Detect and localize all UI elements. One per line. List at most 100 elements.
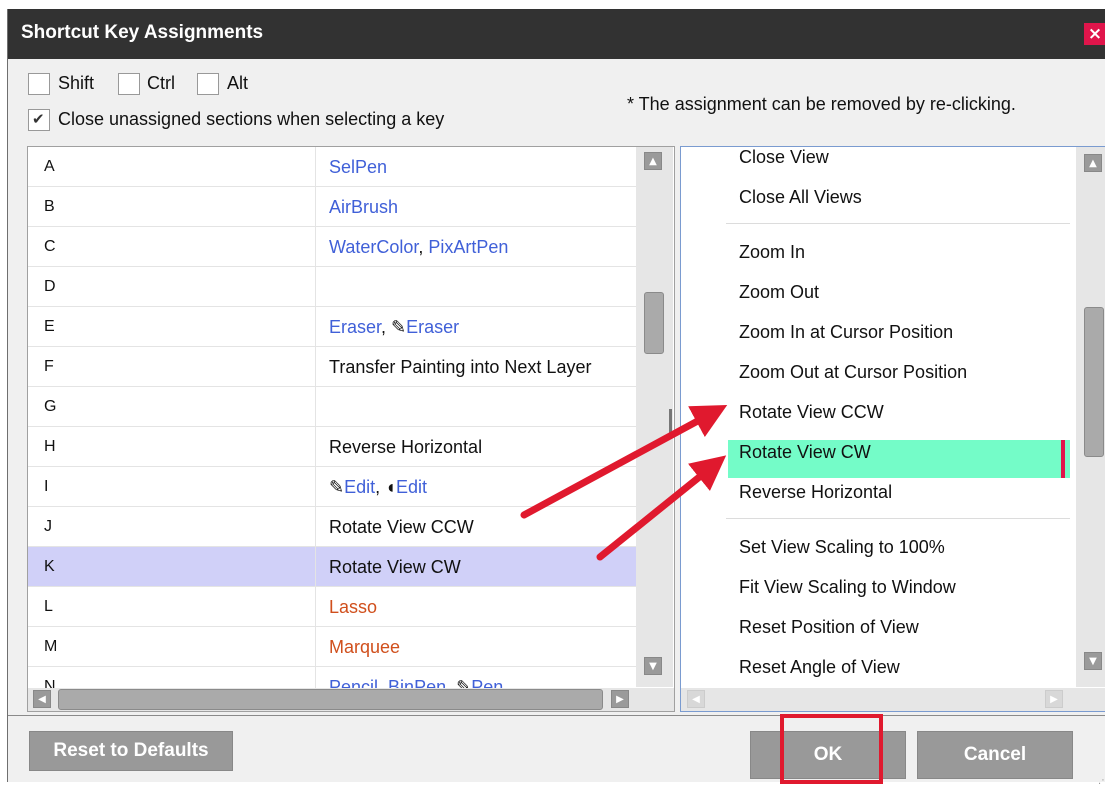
key-row-a[interactable]: A SelPen — [28, 147, 638, 187]
key-row-d[interactable]: D — [28, 267, 638, 307]
column-separator — [315, 427, 316, 466]
function-list-vscroll[interactable]: ▲ ▼ — [1076, 147, 1105, 687]
close-icon[interactable]: × — [1084, 23, 1105, 45]
key-row-g[interactable]: G — [28, 387, 638, 427]
key-row-b[interactable]: B AirBrush — [28, 187, 638, 227]
pen-icon: ✎ — [329, 477, 345, 497]
scroll-left-icon[interactable]: ◀ — [33, 690, 51, 708]
function-link[interactable]: Marquee — [329, 637, 400, 657]
function-link[interactable]: PixArtPen — [428, 237, 508, 257]
key-list-hscroll[interactable]: ◀ ▶ — [28, 688, 674, 711]
key-label: L — [44, 598, 53, 615]
ctrl-checkbox[interactable] — [118, 73, 140, 95]
key-row-i[interactable]: I ✎Edit, ◖Edit — [28, 467, 638, 507]
scroll-up-icon[interactable]: ▲ — [1084, 154, 1102, 172]
function-item[interactable]: Fit View Scaling to Window — [739, 577, 956, 598]
function-link: , — [375, 477, 386, 497]
function-list: Close View Close All Views Zoom In Zoom Out… — [680, 146, 1105, 712]
function-divider — [726, 518, 1070, 519]
function-item[interactable]: Zoom Out at Cursor Position — [739, 362, 967, 383]
function-link[interactable]: Eraser — [329, 317, 381, 337]
scroll-down-icon[interactable]: ▼ — [1084, 652, 1102, 670]
function-item[interactable]: Close All Views — [739, 187, 862, 208]
key-list: A SelPen B AirBrush C WaterColor, PixArtPen D E… — [27, 146, 675, 712]
scroll-left-icon[interactable]: ◀ — [687, 690, 705, 708]
key-row-e[interactable]: E Eraser, ✎Eraser — [28, 307, 638, 347]
function-item[interactable]: Close View — [739, 147, 829, 168]
function-link[interactable]: Eraser — [406, 317, 459, 337]
panel-splitter[interactable] — [669, 409, 672, 439]
key-list-scroll-thumb[interactable] — [644, 292, 664, 354]
key-label: K — [44, 558, 55, 575]
function-item[interactable]: Reverse Horizontal — [739, 482, 892, 503]
key-row-c[interactable]: C WaterColor, PixArtPen — [28, 227, 638, 267]
ok-highlight-box — [780, 714, 883, 784]
column-separator — [315, 347, 316, 386]
key-row-m[interactable]: M Marquee — [28, 627, 638, 667]
scroll-down-icon[interactable]: ▼ — [644, 657, 662, 675]
dialog-title: Shortcut Key Assignments — [21, 22, 264, 43]
key-row-h[interactable]: H Reverse Horizontal — [28, 427, 638, 467]
shortcut-dialog: Shortcut Key Assignments × Shift Ctrl Al… — [7, 9, 1105, 786]
function-item[interactable]: Rotate View CCW — [739, 402, 884, 423]
function-item[interactable]: Zoom Out — [739, 282, 819, 303]
alt-label: Alt — [227, 73, 249, 93]
scroll-right-icon[interactable]: ▶ — [1045, 690, 1063, 708]
function-item[interactable]: Set View Scaling to 100% — [739, 537, 945, 558]
key-label: E — [44, 318, 55, 335]
key-label: M — [44, 638, 58, 655]
close-unassigned-label: Close unassigned sections when selecting… — [58, 109, 445, 129]
cancel-button[interactable]: Cancel — [917, 731, 1073, 779]
assigned-functions: WaterColor, PixArtPen — [329, 237, 508, 258]
function-link[interactable]: Lasso — [329, 597, 377, 617]
title-bar: Shortcut Key Assignments × — [8, 9, 1105, 59]
function-link: Reverse Horizontal — [329, 437, 483, 457]
assigned-functions: Marquee — [329, 637, 400, 658]
key-label: H — [44, 438, 56, 455]
reset-defaults-button[interactable]: Reset to Defaults — [29, 731, 233, 771]
function-item[interactable]: Zoom In at Cursor Position — [739, 322, 953, 343]
function-link[interactable]: WaterColor — [329, 237, 418, 257]
scroll-right-icon[interactable]: ▶ — [611, 690, 629, 708]
column-separator — [315, 187, 316, 226]
resize-grip-icon[interactable]: ⋰ — [1098, 775, 1105, 786]
assigned-functions: Lasso — [329, 597, 377, 618]
function-list-scroll-thumb[interactable] — [1084, 307, 1104, 457]
key-label: J — [44, 518, 52, 535]
assigned-functions: ✎Edit, ◖Edit — [329, 477, 427, 498]
function-link: Rotate View CW — [329, 557, 461, 577]
key-label: B — [44, 198, 55, 215]
column-separator — [315, 507, 316, 546]
key-list-hscroll-thumb[interactable] — [58, 689, 603, 710]
function-item[interactable]: Rotate View CW — [739, 442, 871, 463]
scroll-up-icon[interactable]: ▲ — [644, 152, 662, 170]
function-link: , — [418, 237, 429, 257]
function-link[interactable]: Edit — [344, 477, 375, 497]
shift-checkbox[interactable] — [28, 73, 50, 95]
function-list-hscroll[interactable]: ◀ ▶ — [681, 688, 1105, 711]
assigned-functions: Rotate View CW — [329, 557, 461, 578]
function-link[interactable]: SelPen — [329, 157, 387, 177]
selection-icon: ◖ — [385, 477, 397, 497]
function-link: Rotate View CCW — [329, 517, 474, 537]
key-row-k[interactable]: K Rotate View CW — [28, 547, 638, 587]
removal-note: * The assignment can be removed by re-cl… — [627, 94, 1016, 114]
alt-checkbox[interactable] — [197, 73, 219, 95]
key-list-vscroll[interactable]: ▲ ▼ — [636, 147, 673, 687]
column-separator — [315, 387, 316, 426]
column-separator — [315, 547, 316, 586]
function-item[interactable]: Reset Position of View — [739, 617, 919, 638]
key-row-f[interactable]: F Transfer Painting into Next Layer — [28, 347, 638, 387]
function-link[interactable]: AirBrush — [329, 197, 398, 217]
function-item[interactable]: Reset Angle of View — [739, 657, 900, 678]
function-item[interactable]: Zoom In — [739, 242, 805, 263]
key-label: D — [44, 278, 56, 295]
function-link[interactable]: Edit — [396, 477, 427, 497]
ctrl-label: Ctrl — [147, 73, 175, 93]
assigned-functions: Reverse Horizontal — [329, 437, 482, 458]
key-label: G — [44, 398, 57, 415]
key-row-l[interactable]: L Lasso — [28, 587, 638, 627]
close-unassigned-checkbox[interactable] — [28, 109, 50, 131]
key-row-j[interactable]: J Rotate View CCW — [28, 507, 638, 547]
column-separator — [315, 627, 316, 666]
